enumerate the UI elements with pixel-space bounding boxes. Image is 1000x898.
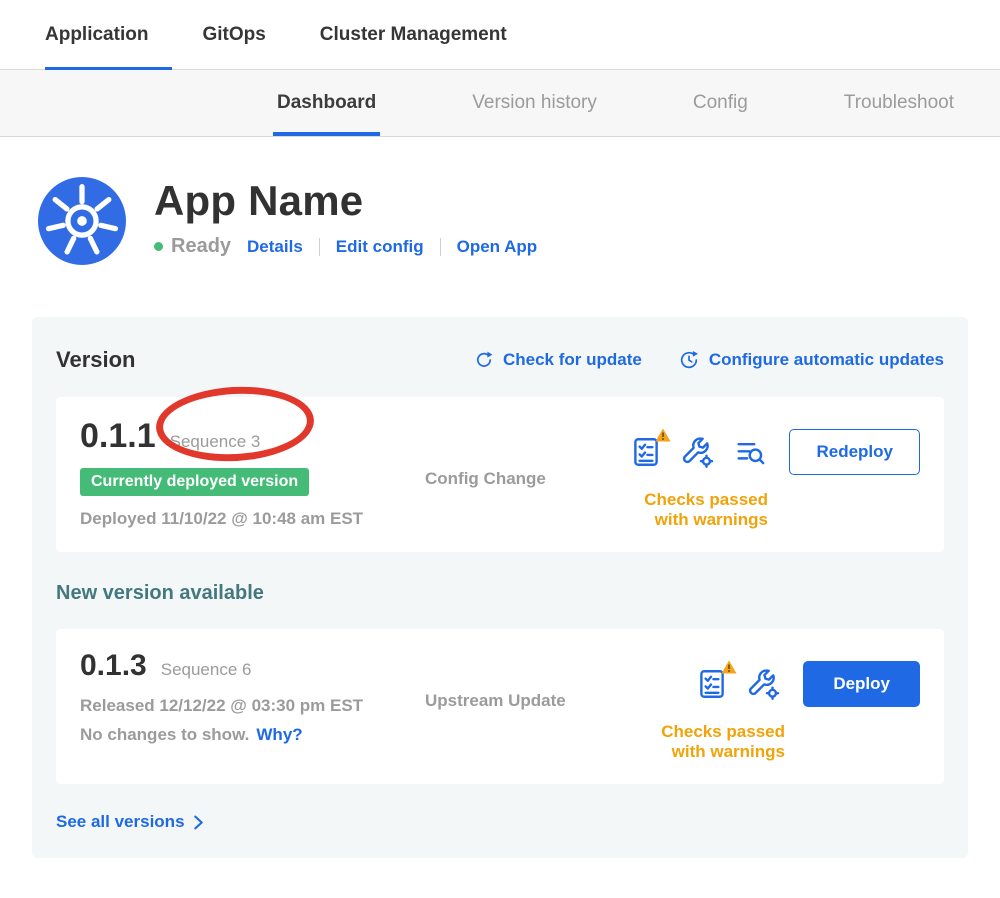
new-version-heading: New version available [56, 582, 944, 605]
tab-cluster-management[interactable]: Cluster Management [320, 0, 513, 69]
deployed-badge: Currently deployed version [80, 468, 309, 496]
divider [319, 238, 320, 256]
edit-config-link[interactable]: Edit config [336, 237, 424, 257]
kubernetes-logo-icon [38, 177, 126, 265]
current-version-card: 0.1.1 Sequence 3 Currently deployed vers… [56, 397, 944, 552]
see-all-versions-link[interactable]: See all versions [56, 812, 944, 832]
available-version-card: 0.1.3 Sequence 6 Released 12/12/22 @ 03:… [56, 629, 944, 784]
status-dot-icon [154, 242, 163, 251]
top-nav: Application GitOps Cluster Management [0, 0, 1000, 70]
deployed-timestamp: Deployed 11/10/22 @ 10:48 am EST [80, 509, 395, 529]
app-header: App Name Ready Details Edit config Open … [38, 177, 1000, 265]
open-app-link[interactable]: Open App [457, 237, 538, 257]
change-type-label: Config Change [425, 469, 546, 488]
check-for-update-label: Check for update [503, 350, 642, 370]
tab-version-history[interactable]: Version history [472, 70, 597, 136]
details-link[interactable]: Details [247, 237, 303, 257]
version-panel: Version Check for update Configure autom… [32, 317, 968, 858]
check-for-update-link[interactable]: Check for update [474, 349, 642, 371]
preflight-checks-icon[interactable] [629, 435, 663, 469]
preflight-checks-icon[interactable] [695, 667, 729, 701]
warning-triangle-icon [655, 428, 671, 442]
current-sequence-label: Sequence 3 [170, 432, 261, 452]
tab-gitops[interactable]: GitOps [202, 0, 271, 69]
tab-config[interactable]: Config [693, 70, 748, 136]
deploy-button[interactable]: Deploy [803, 661, 920, 707]
configure-auto-updates-label: Configure automatic updates [709, 350, 944, 370]
see-all-versions-label: See all versions [56, 812, 185, 832]
warning-triangle-icon [721, 660, 737, 674]
status-ready: Ready [154, 235, 231, 258]
configure-auto-updates-link[interactable]: Configure automatic updates [678, 349, 944, 371]
chevron-right-icon [193, 815, 204, 830]
checks-status-text: Checks passed with warnings [625, 722, 785, 762]
divider [440, 238, 441, 256]
config-wrench-icon[interactable] [747, 667, 781, 701]
available-version-number: 0.1.3 [80, 649, 147, 683]
no-changes-text: No changes to show. [80, 725, 249, 745]
view-diff-search-icon[interactable] [733, 435, 767, 469]
change-type-label: Upstream Update [425, 691, 566, 710]
current-version-number: 0.1.1 [80, 417, 156, 456]
status-label: Ready [171, 235, 231, 258]
released-timestamp: Released 12/12/22 @ 03:30 pm EST [80, 696, 395, 716]
config-wrench-icon[interactable] [681, 435, 715, 469]
sub-nav: Dashboard Version history Config Trouble… [0, 70, 1000, 137]
redeploy-button[interactable]: Redeploy [789, 429, 920, 475]
available-sequence-label: Sequence 6 [161, 660, 252, 680]
checks-status-text: Checks passed with warnings [625, 490, 768, 530]
clock-refresh-icon [678, 349, 700, 371]
tab-application[interactable]: Application [45, 0, 154, 69]
version-heading: Version [56, 347, 135, 373]
page-title: App Name [154, 177, 537, 225]
tab-dashboard[interactable]: Dashboard [277, 70, 376, 136]
why-link[interactable]: Why? [256, 725, 302, 745]
refresh-icon [474, 350, 494, 370]
tab-troubleshoot[interactable]: Troubleshoot [844, 70, 954, 136]
